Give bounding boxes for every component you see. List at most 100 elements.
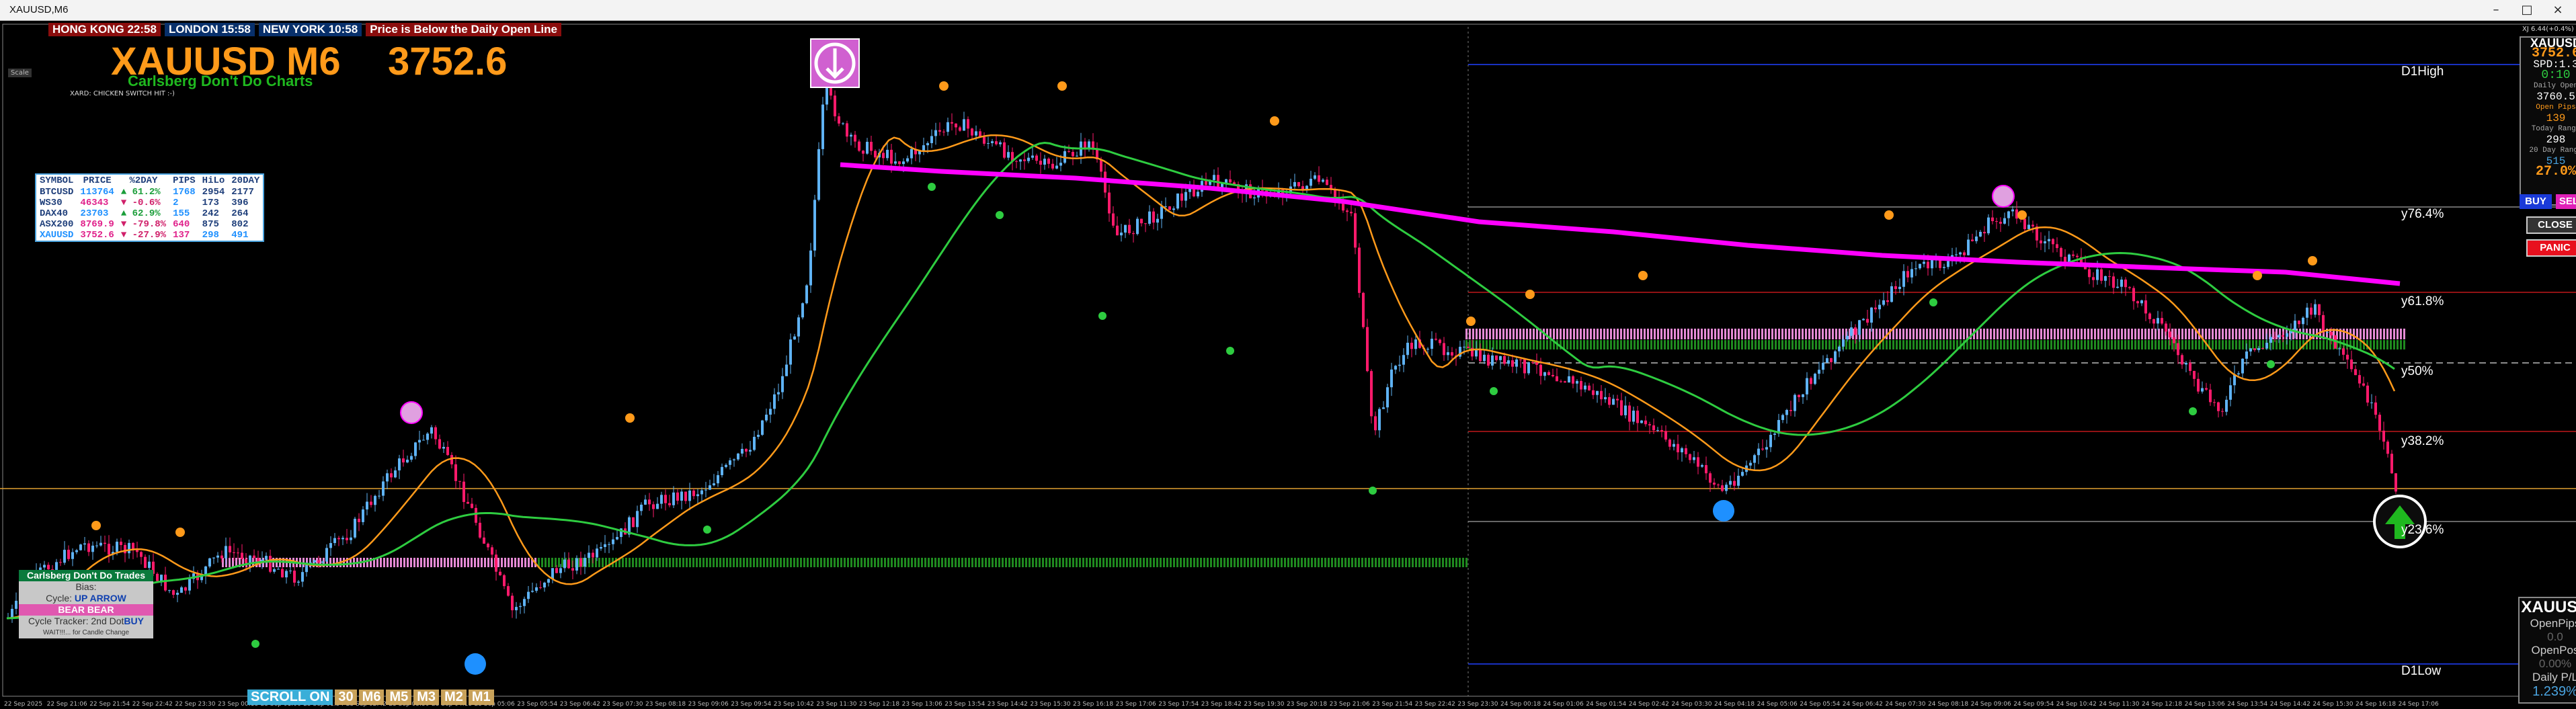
candle-body [2040, 240, 2042, 244]
resistance-zone [1671, 329, 1673, 339]
scroll-toggle-button[interactable]: SCROLL ON [247, 690, 333, 705]
tf-m2-button[interactable]: M2 [441, 690, 467, 705]
support-zone [1872, 340, 1874, 349]
candle-body [2189, 362, 2191, 371]
sell-button[interactable]: SELL [2556, 194, 2576, 209]
panel-timer: 0:10 [2541, 69, 2571, 82]
support-zone [1970, 340, 1972, 349]
support-zone [2218, 340, 2220, 349]
indicator-note: XARD: CHICKEN SWITCH HIT :-) [70, 90, 175, 97]
support-zone [1896, 340, 1898, 349]
support-zone [1573, 340, 1575, 349]
candle-body [1681, 448, 1683, 453]
close-button[interactable]: CLOSE [2526, 216, 2576, 234]
support-zone [1368, 558, 1370, 567]
resistance-zone [497, 558, 499, 567]
resistance-zone [1513, 329, 1515, 339]
resistance-zone [1476, 329, 1478, 339]
support-zone [2077, 340, 2079, 349]
resistance-zone [1580, 329, 1582, 339]
candle-body [450, 455, 453, 464]
time-tick-label: 23 Sep 16:18 [1073, 701, 1113, 708]
candle-body [2257, 347, 2260, 350]
resistance-zone [1684, 329, 1686, 339]
panic-button[interactable]: PANIC [2526, 239, 2576, 257]
close-icon[interactable]: × [2542, 1, 2573, 19]
candle-body [229, 546, 231, 552]
support-zone [1190, 558, 1192, 567]
candle-body [83, 543, 86, 545]
resistance-zone [1623, 329, 1625, 339]
tf-m3-button[interactable]: M3 [413, 690, 440, 705]
support-zone [1076, 558, 1078, 567]
support-zone [1533, 340, 1535, 349]
resistance-zone [1691, 329, 1693, 339]
candle-body [1487, 354, 1490, 366]
support-zone [1193, 558, 1195, 567]
candle-body [479, 522, 481, 538]
support-zone [750, 558, 752, 567]
support-zone [911, 558, 913, 567]
resistance-zone [1637, 329, 1639, 339]
price-chart[interactable]: 3798.073795.723793.373791.023788.673786.… [0, 20, 2576, 709]
chart-area[interactable]: 3798.073795.723793.373791.023788.673786.… [0, 20, 2576, 709]
candle-body [1854, 327, 1857, 335]
resistance-zone [2366, 329, 2368, 339]
support-zone [1294, 558, 1296, 567]
candle-body [1193, 188, 1195, 197]
candle-body [1648, 424, 1651, 425]
candle-body [2068, 254, 2070, 262]
support-zone [2380, 340, 2382, 349]
time-tick-label: 24 Sep 09:54 [2013, 701, 2054, 708]
tf-m6-button[interactable]: M6 [358, 690, 385, 705]
support-zone [776, 558, 778, 567]
support-zone [2074, 340, 2076, 349]
support-zone [1180, 558, 1182, 567]
candle-body [1148, 211, 1151, 224]
support-zone [1546, 340, 1548, 349]
support-zone [1395, 558, 1397, 567]
resistance-zone [2239, 329, 2241, 339]
scale-button[interactable]: Scale [8, 69, 32, 77]
support-zone [1035, 558, 1037, 567]
table-row[interactable]: BTCUSD 113764 ▲ 61.2% 1768 2954 2177 [36, 187, 264, 198]
tf-m1-button[interactable]: M1 [468, 690, 494, 705]
resistance-zone [1704, 329, 1706, 339]
support-zone [558, 558, 560, 567]
candle-body [588, 552, 590, 558]
support-zone [1933, 340, 1935, 349]
candle-body [729, 460, 731, 465]
candle-body [402, 458, 405, 463]
candle-body [1733, 481, 1736, 486]
resistance-zone [1728, 329, 1730, 339]
candle-body [487, 543, 489, 548]
table-row[interactable]: WS30 46343 ▼ -0.6% 2 173 396 [36, 198, 264, 208]
resistance-zone [1701, 329, 1703, 339]
candle-body [2112, 276, 2115, 288]
session-clocks: HONG KONG 22:58 LONDON 15:58 NEW YORK 10:5… [48, 23, 565, 36]
tf-30-button[interactable]: 30 [335, 690, 357, 705]
minimize-icon[interactable]: – [2481, 1, 2511, 19]
resistance-zone [1583, 329, 1585, 339]
table-row[interactable]: XAUUSD 3752.6 ▼ -27.9% 137 298 491 [36, 230, 264, 241]
support-zone [1869, 340, 1871, 349]
candle-body [1552, 374, 1554, 376]
support-zone [2114, 340, 2116, 349]
candle-body [2221, 411, 2224, 412]
candle-body [471, 503, 473, 508]
resistance-zone [417, 558, 419, 567]
candle-body [1600, 390, 1603, 400]
support-zone [1133, 558, 1135, 567]
buy-button[interactable]: BUY [2520, 194, 2552, 209]
table-row[interactable]: DAX40 23703 ▲ 62.9% 155 242 264 [36, 208, 264, 219]
resistance-zone [1724, 329, 1726, 339]
panel-today-range-label: Today Range [2531, 125, 2576, 133]
support-zone [891, 558, 893, 567]
table-row[interactable]: ASX200 8769.9 ▼ -79.8% 640 875 802 [36, 219, 264, 230]
support-zone [1287, 558, 1289, 567]
candle-body [426, 433, 429, 440]
candle-body [1947, 261, 1949, 267]
support-zone [1240, 558, 1242, 567]
maximize-icon[interactable]: □ [2511, 1, 2542, 19]
tf-m5-button[interactable]: M5 [386, 690, 412, 705]
